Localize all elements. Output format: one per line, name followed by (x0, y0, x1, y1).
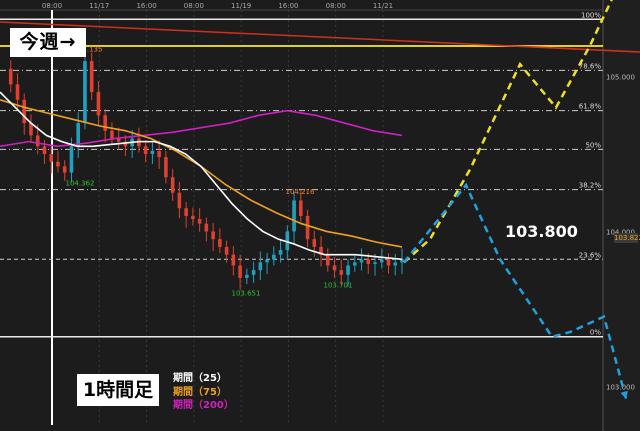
fib-level-label: 78.6% (579, 62, 602, 70)
candle-body (8, 68, 13, 85)
candle-body (379, 259, 384, 263)
fib-level-label: 0% (590, 329, 601, 337)
fib-level-label: 23.6% (579, 251, 602, 259)
time-tick-label: 08:00 (326, 2, 346, 10)
chart-background (0, 0, 640, 431)
candle-body (386, 259, 391, 266)
legend-item-ma200: 期間（200） (173, 399, 234, 413)
legend-label-ma75: 期間（75） (173, 386, 227, 398)
candle-body (103, 115, 107, 131)
candle-body (299, 200, 303, 216)
time-tick-label: 16:00 (278, 2, 298, 10)
candle-body (184, 208, 188, 216)
legend-label-ma200: 期間（200） (173, 400, 234, 411)
candle-body (42, 146, 47, 155)
candle-body (110, 130, 114, 139)
time-tick-label: 08:00 (184, 2, 204, 10)
legend-label-ma25: 期間（25） (173, 373, 227, 384)
candle-body (96, 92, 101, 116)
chart-area: 08:00 11/17 16:00 08:00 11/19 16:00 08:00 11/21… (0, 0, 640, 431)
timeframe-label: 1時間足 (77, 374, 159, 406)
last-price-tag: 103.822 (614, 233, 640, 243)
candle-body (35, 135, 40, 147)
candle-body (49, 154, 54, 162)
price-chart: 08:00 11/17 16:00 08:00 11/19 16:00 08:00 11/21… (0, 0, 640, 431)
candle-body (62, 166, 67, 173)
candle-body (56, 161, 60, 167)
high-low-label: 104.216 (286, 188, 315, 196)
time-tick-label: 08:00 (42, 2, 62, 10)
candle-body (15, 84, 20, 100)
candle-body (76, 123, 81, 147)
time-tick-label: 16:00 (136, 2, 156, 10)
candle-body (312, 239, 317, 247)
candle-body (245, 274, 249, 278)
candle-body (278, 250, 283, 255)
candle-body (211, 231, 215, 240)
fib-level-label: 38.2% (579, 182, 602, 190)
candle-body (164, 157, 168, 178)
candle-body (325, 254, 330, 266)
price-tick-label: 103.000 (606, 383, 635, 391)
candle-body (197, 219, 202, 224)
candle-body (177, 192, 182, 209)
time-tick-label: 11/17 (89, 2, 109, 10)
candle-body (204, 223, 209, 232)
legend-item-ma75: 期間（75） (173, 386, 234, 400)
candle-body (89, 61, 94, 93)
candle-body (22, 99, 27, 124)
legend-item-ma25: 期間（25） (173, 372, 234, 386)
candle-body (69, 146, 74, 173)
candle-body (292, 200, 296, 232)
candle-body (339, 270, 344, 275)
candle-body (170, 177, 175, 193)
candle-body (251, 270, 256, 275)
candle-body (83, 61, 87, 124)
price-callout: 103.800 (505, 222, 578, 241)
time-tick-label: 11/19 (231, 2, 251, 10)
candle-body (143, 146, 148, 155)
candle-body (218, 239, 222, 247)
candle-body (359, 259, 364, 263)
candle-body (191, 215, 195, 220)
high-low-label: 103.651 (232, 289, 261, 297)
candle-body (231, 254, 236, 266)
candle-body (366, 259, 371, 264)
fib-level-label: 50% (585, 141, 601, 149)
candle-body (332, 265, 337, 271)
candle-body (393, 262, 398, 266)
week-marker-label: 今週→ (10, 28, 86, 57)
candle-body (258, 262, 263, 271)
candle-body (157, 150, 161, 158)
time-tick-label: 11/21 (373, 2, 393, 10)
candle-body (305, 215, 310, 240)
fib-level-label: 100% (581, 11, 601, 19)
candle-body (224, 246, 229, 255)
price-tick-label: 105.000 (606, 74, 635, 82)
ma-legend: 期間（25） 期間（75） 期間（200） (173, 372, 234, 413)
high-low-label: 103.701 (324, 282, 353, 290)
candle-body (352, 262, 357, 266)
high-low-label: 104.362 (66, 179, 95, 187)
candle-body (346, 265, 350, 275)
candle-body (150, 150, 155, 155)
price-axis-panel (603, 0, 640, 431)
candle-body (373, 262, 377, 264)
candle-body (272, 254, 276, 260)
fib-level-label: 61.8% (579, 103, 602, 111)
candle-body (265, 259, 269, 263)
candle-body (238, 265, 242, 278)
